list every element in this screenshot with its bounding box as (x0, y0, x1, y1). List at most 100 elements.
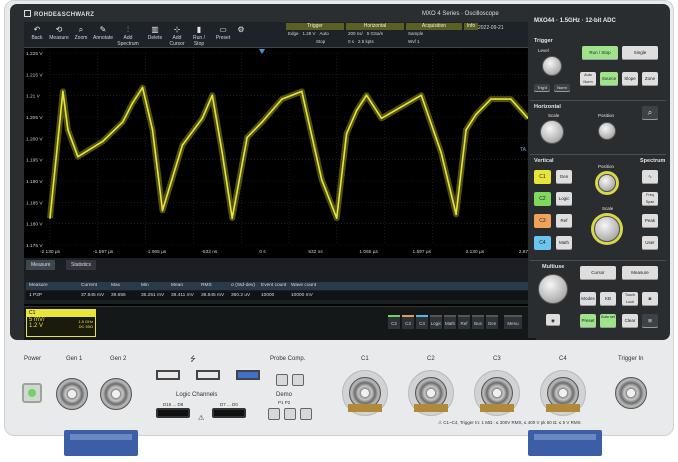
home-key[interactable]: ◉ (546, 314, 560, 326)
channel-key-c3[interactable]: C3 (534, 214, 551, 228)
tab-measure[interactable]: Measure (26, 260, 56, 270)
trigger-info[interactable]: Trigger Edge 1.28 V Auto Stop (286, 23, 344, 47)
channel-button-logic[interactable]: Logic (430, 315, 442, 329)
trigger-level-knob[interactable] (542, 56, 562, 76)
adc-resolution: 12-bit ADC (585, 18, 616, 24)
gen-key[interactable]: Gen (556, 170, 572, 184)
delete-button[interactable]: ▥ Delete (144, 24, 166, 46)
y-tick-label: 1.21 V (26, 94, 41, 100)
channel-button-c3[interactable]: C3 (402, 315, 414, 329)
keyboard-key[interactable]: KB (600, 292, 616, 306)
horizontal-info[interactable]: Horizontal 200 ns/5 GSa/s 0 s 2.5 kpts (346, 23, 404, 47)
auto-norm-key[interactable]: Auto Norm (580, 72, 596, 86)
channel-button-c2[interactable]: C2 (388, 315, 400, 329)
tab-statistics[interactable]: Statistics (66, 260, 97, 270)
waveform-point (510, 98, 512, 100)
run-stop-icon: ▮ (196, 25, 202, 34)
screenshot-key[interactable]: ◙ (642, 292, 658, 306)
panel-header: MXO44 · 1.5GHz · 12-bit ADC (534, 18, 616, 24)
table-row[interactable]: 1 P2P 37.845 mV 39.656 36.251 mV 38.411 … (26, 291, 534, 300)
freq-span-key[interactable]: Freq Span (642, 192, 658, 206)
usb-port-3[interactable] (236, 370, 260, 380)
single-key[interactable]: Single (622, 46, 658, 60)
ref-key[interactable]: Ref (556, 214, 572, 228)
channel-button-c4[interactable]: C4 (416, 315, 428, 329)
run-stop-key[interactable]: Run / Stop (582, 46, 618, 60)
y-tick-label: 1.215 V (26, 72, 43, 78)
horizontal-scale-knob[interactable] (540, 120, 564, 144)
source-key[interactable]: Source (600, 72, 618, 86)
logic-port-high[interactable] (156, 408, 190, 418)
logic-key[interactable]: Logic (556, 192, 572, 206)
acquisition-info[interactable]: Acquisition Sample Wvf 1 (406, 23, 462, 47)
measure-button[interactable]: ⟲ Measure (48, 24, 70, 46)
demo-p1[interactable] (284, 408, 296, 420)
waveform-point (400, 105, 403, 108)
user-key[interactable]: User (642, 236, 658, 250)
power-button[interactable] (22, 383, 42, 403)
cursor-key[interactable]: Cursor (580, 266, 616, 280)
usb-port-1[interactable] (156, 370, 180, 380)
trigger-section-label: Trigger (534, 38, 553, 44)
menu-button[interactable]: Menu (504, 315, 522, 329)
touch-lock-key[interactable]: Touch Lock (622, 292, 638, 306)
trigger-in-connector[interactable] (615, 377, 647, 409)
peak-key[interactable]: Peak (642, 214, 658, 228)
trig-out-key[interactable]: Trig'd (534, 84, 550, 92)
channel-key-c1[interactable]: C1 (534, 170, 551, 184)
horizontal-position-knob[interactable] (598, 122, 616, 140)
demo-p2[interactable] (300, 408, 312, 420)
add-spectrum-button[interactable]: ⫶ Add Spectrum (114, 24, 142, 47)
probe-comp-ground[interactable] (276, 374, 288, 386)
trigger-position-marker (259, 49, 266, 54)
usb-port-2[interactable] (196, 370, 220, 380)
waveform-plot[interactable]: 1.225 V 1.215 V 1.21 V 1.205 V 1.200 V 1.195 … (24, 49, 536, 256)
slope-key[interactable]: Slope (622, 72, 638, 86)
back-button[interactable]: ↶ Back (26, 24, 48, 46)
autoset-key[interactable]: Auto set (600, 314, 616, 328)
channel-button-ref[interactable]: Ref (458, 315, 470, 329)
measure-key[interactable]: Measure (622, 266, 658, 280)
y-tick-label: 1.200 V (26, 136, 43, 142)
add-cursor-button[interactable]: ⊹ Add Cursor (166, 24, 188, 47)
display-screen[interactable]: ↶ Back ⟲ Measure ⌕ Zoom ✎ Annotate ⫶ Add Spec… (24, 22, 536, 340)
apps-grid-key[interactable]: ⊞ (642, 314, 658, 328)
usb-icon: ⭍ (190, 356, 196, 363)
gen2-connector[interactable] (100, 378, 132, 410)
info-button[interactable]: Info (464, 23, 478, 47)
math-key[interactable]: Math (556, 236, 572, 250)
channel-button-gen[interactable]: Gen (486, 315, 498, 329)
channel-key-c4[interactable]: C4 (534, 236, 551, 250)
run-stop-button[interactable]: ▮ Run / Stop (188, 24, 210, 47)
y-tick-label: 1.205 V (26, 115, 43, 121)
probe-comp-signal[interactable] (292, 374, 304, 386)
input-warning-text: ⚠ C1~C4, Trigger In: 1 MΩ : ≤ 300V RMS, … (438, 420, 581, 426)
vertical-scale-knob[interactable] (594, 216, 620, 242)
zone-key[interactable]: Zone (642, 72, 658, 86)
channel-button-bus[interactable]: Bus (472, 315, 484, 329)
waveform-point (380, 117, 383, 120)
channel-button-math[interactable]: Math (444, 315, 456, 329)
preset-button[interactable]: ▭ Preset (212, 24, 234, 46)
settings-menu-button[interactable]: ⚙ (234, 24, 248, 46)
channel-key-c2[interactable]: C2 (534, 192, 551, 206)
modes-key[interactable]: Modes (580, 292, 596, 306)
vertical-position-knob[interactable] (598, 174, 616, 192)
annotate-button[interactable]: ✎ Annotate (92, 24, 114, 46)
multiuse-knob[interactable] (538, 274, 568, 304)
add-cursor-label: Add Cursor (169, 35, 185, 47)
gen1-connector[interactable] (56, 378, 88, 410)
norm-key[interactable]: Norm (554, 84, 570, 92)
demo-ground[interactable] (268, 408, 280, 420)
channel-1-box[interactable]: C1 5 mV/ 1.2 V 1.5 GHz DC 50Ω (26, 309, 96, 337)
logic-port-low[interactable] (212, 408, 246, 418)
zoom-button[interactable]: ⌕ Zoom (70, 24, 92, 46)
preset-key[interactable]: Preset (580, 314, 596, 328)
zoom-key[interactable]: ⌕ (642, 106, 658, 120)
spectrum-section-label: Spectrum (640, 158, 666, 164)
spectrum-key[interactable]: ∿ (642, 170, 658, 184)
clear-key[interactable]: Clear (622, 314, 638, 328)
measure-label: Measure (49, 35, 69, 41)
y-tick-label: 1.180 V (26, 222, 43, 228)
column-header: Event count (261, 283, 287, 288)
